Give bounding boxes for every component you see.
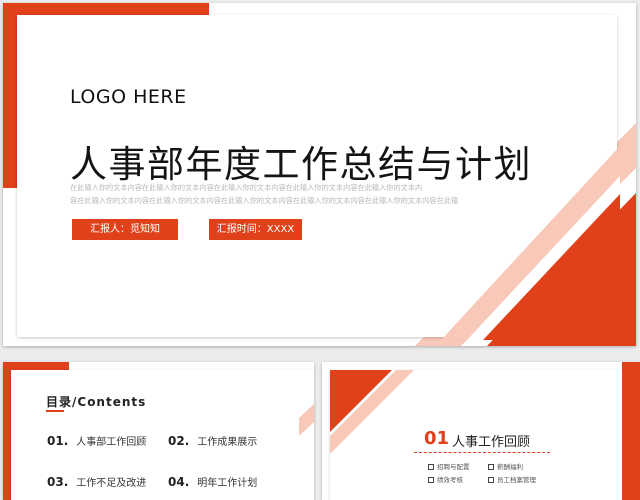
section-title: 人事工作回顾: [452, 435, 531, 450]
paragraph-line-2: 容在此输入你的文本内容在此输入你的文本内容在此输入你的文本内容在此输入你的文本内…: [70, 195, 459, 205]
section-item-label: 招聘与配置: [437, 463, 470, 471]
toc-item-label: 工作不足及改进: [76, 478, 147, 489]
toc-item-3[interactable]: 03. 工作不足及改进: [47, 474, 146, 489]
toc-item-4[interactable]: 04. 明年工作计划: [168, 474, 257, 489]
toc-heading: 目录/Contents: [46, 395, 147, 409]
placeholder-paragraph: 在此输入你的文本内容在此输入你的文本内容在此输入你的文本内容在此输入你的文本内容…: [70, 182, 510, 207]
section-item-1: 招聘与配置: [428, 461, 470, 471]
section-item-label: 薪酬福利: [497, 463, 523, 471]
presentation-title: 人事部年度工作总结与计划: [70, 143, 532, 186]
toc-item-number: 04.: [168, 475, 190, 489]
section-item-label: 员工档案管理: [497, 476, 536, 484]
toc-heading-underline: [46, 410, 64, 412]
section-item-2: 薪酬福利: [488, 461, 523, 471]
checkbox-icon: [428, 464, 434, 470]
toc-item-label: 人事部工作回顾: [76, 437, 147, 448]
section-item-4: 员工档案管理: [488, 474, 536, 484]
checkbox-icon: [428, 477, 434, 483]
section-item-label: 绩效考核: [437, 476, 463, 484]
report-time-tag: 汇报时间：XXXX: [209, 219, 302, 240]
toc-item-label: 明年工作计划: [197, 478, 258, 489]
toc-item-2[interactable]: 02. 工作成果展示: [168, 433, 257, 448]
checkbox-icon: [488, 477, 494, 483]
reporter-tag: 汇报人：觅知知: [72, 219, 178, 240]
toc-item-number: 02.: [168, 434, 190, 448]
checkbox-icon: [488, 464, 494, 470]
toc-item-label: 工作成果展示: [197, 437, 258, 448]
section-dashed-divider: [414, 452, 550, 453]
toc-item-number: 01.: [47, 434, 69, 448]
paragraph-line-1: 在此输入你的文本内容在此输入你的文本内容在此输入你的文本内容在此输入你的文本内容…: [70, 183, 423, 192]
logo-text: LOGO HERE: [70, 86, 187, 108]
toc-item-number: 03.: [47, 475, 69, 489]
section-item-3: 绩效考核: [428, 474, 463, 484]
section-number: 01: [424, 428, 450, 449]
toc-item-1[interactable]: 01. 人事部工作回顾: [47, 433, 146, 448]
section-right-accent-bar: [622, 362, 640, 500]
